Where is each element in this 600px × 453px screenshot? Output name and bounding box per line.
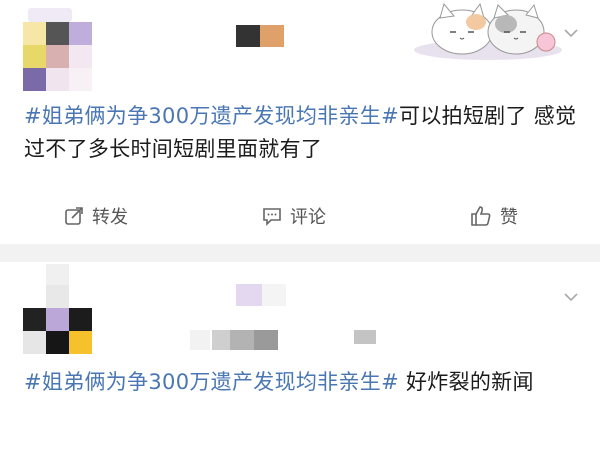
comment-icon bbox=[262, 206, 282, 226]
post-content: #姐弟俩为争300万遗产发现均非亲生#可以拍短剧了 感觉过不了多长时间短剧里面就… bbox=[24, 100, 584, 166]
hashtag-link[interactable]: #姐弟俩为争300万遗产发现均非亲生# bbox=[24, 370, 399, 394]
feed-separator bbox=[0, 244, 600, 262]
post-text: 好炸裂的新闻 bbox=[398, 370, 534, 394]
chevron-down-icon[interactable] bbox=[564, 292, 578, 304]
comment-label: 评论 bbox=[290, 207, 326, 228]
like-button[interactable]: 赞 bbox=[470, 198, 518, 234]
hashtag-link[interactable]: #姐弟俩为争300万遗产发现均非亲生# bbox=[24, 104, 399, 128]
chevron-down-icon[interactable] bbox=[564, 28, 578, 40]
cat-sticker-decoration bbox=[414, 2, 562, 64]
post-content: #姐弟俩为争300万遗产发现均非亲生# 好炸裂的新闻 bbox=[24, 366, 584, 399]
avatar[interactable] bbox=[23, 264, 95, 354]
like-label: 赞 bbox=[500, 207, 518, 228]
weibo-post-1: #姐弟俩为争300万遗产发现均非亲生#可以拍短剧了 感觉过不了多长时间短剧里面就… bbox=[0, 0, 600, 244]
thumbs-up-icon bbox=[470, 205, 492, 227]
avatar-badge bbox=[28, 8, 72, 22]
comment-button[interactable]: 评论 bbox=[262, 198, 326, 234]
username-blurred[interactable] bbox=[236, 284, 286, 306]
repost-label: 转发 bbox=[92, 207, 128, 228]
post-actions-bar: 转发 评论 赞 bbox=[0, 198, 600, 234]
username-blurred[interactable] bbox=[236, 25, 286, 47]
share-icon bbox=[64, 206, 84, 226]
weibo-post-2: #姐弟俩为争300万遗产发现均非亲生# 好炸裂的新闻 bbox=[0, 262, 600, 453]
post-meta-blurred bbox=[190, 330, 380, 350]
repost-button[interactable]: 转发 bbox=[64, 198, 128, 234]
avatar[interactable] bbox=[23, 22, 95, 94]
